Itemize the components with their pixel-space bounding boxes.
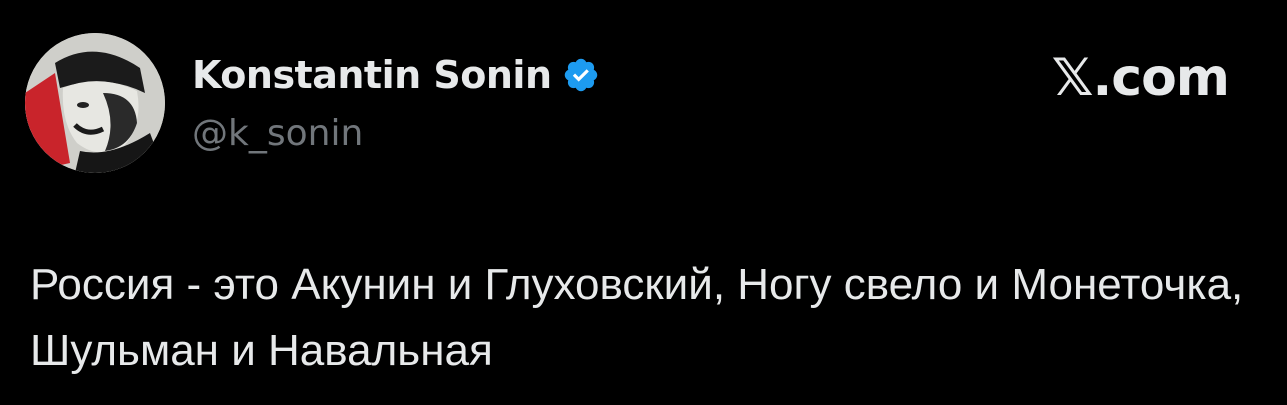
- author-handle[interactable]: @k_sonin: [192, 113, 363, 154]
- x-logo: 𝕏.com: [1051, 48, 1230, 108]
- author-name-row: Konstantin Sonin: [192, 50, 600, 100]
- author-display-name[interactable]: Konstantin Sonin: [192, 53, 552, 97]
- tweet-card: Konstantin Sonin @k_sonin 𝕏.com Россия -…: [0, 0, 1287, 405]
- verified-badge-icon: [562, 56, 600, 94]
- avatar[interactable]: [25, 33, 165, 173]
- avatar-image: [25, 33, 165, 173]
- tweet-text: Россия - это Акунин и Глуховский, Ногу с…: [30, 260, 1244, 375]
